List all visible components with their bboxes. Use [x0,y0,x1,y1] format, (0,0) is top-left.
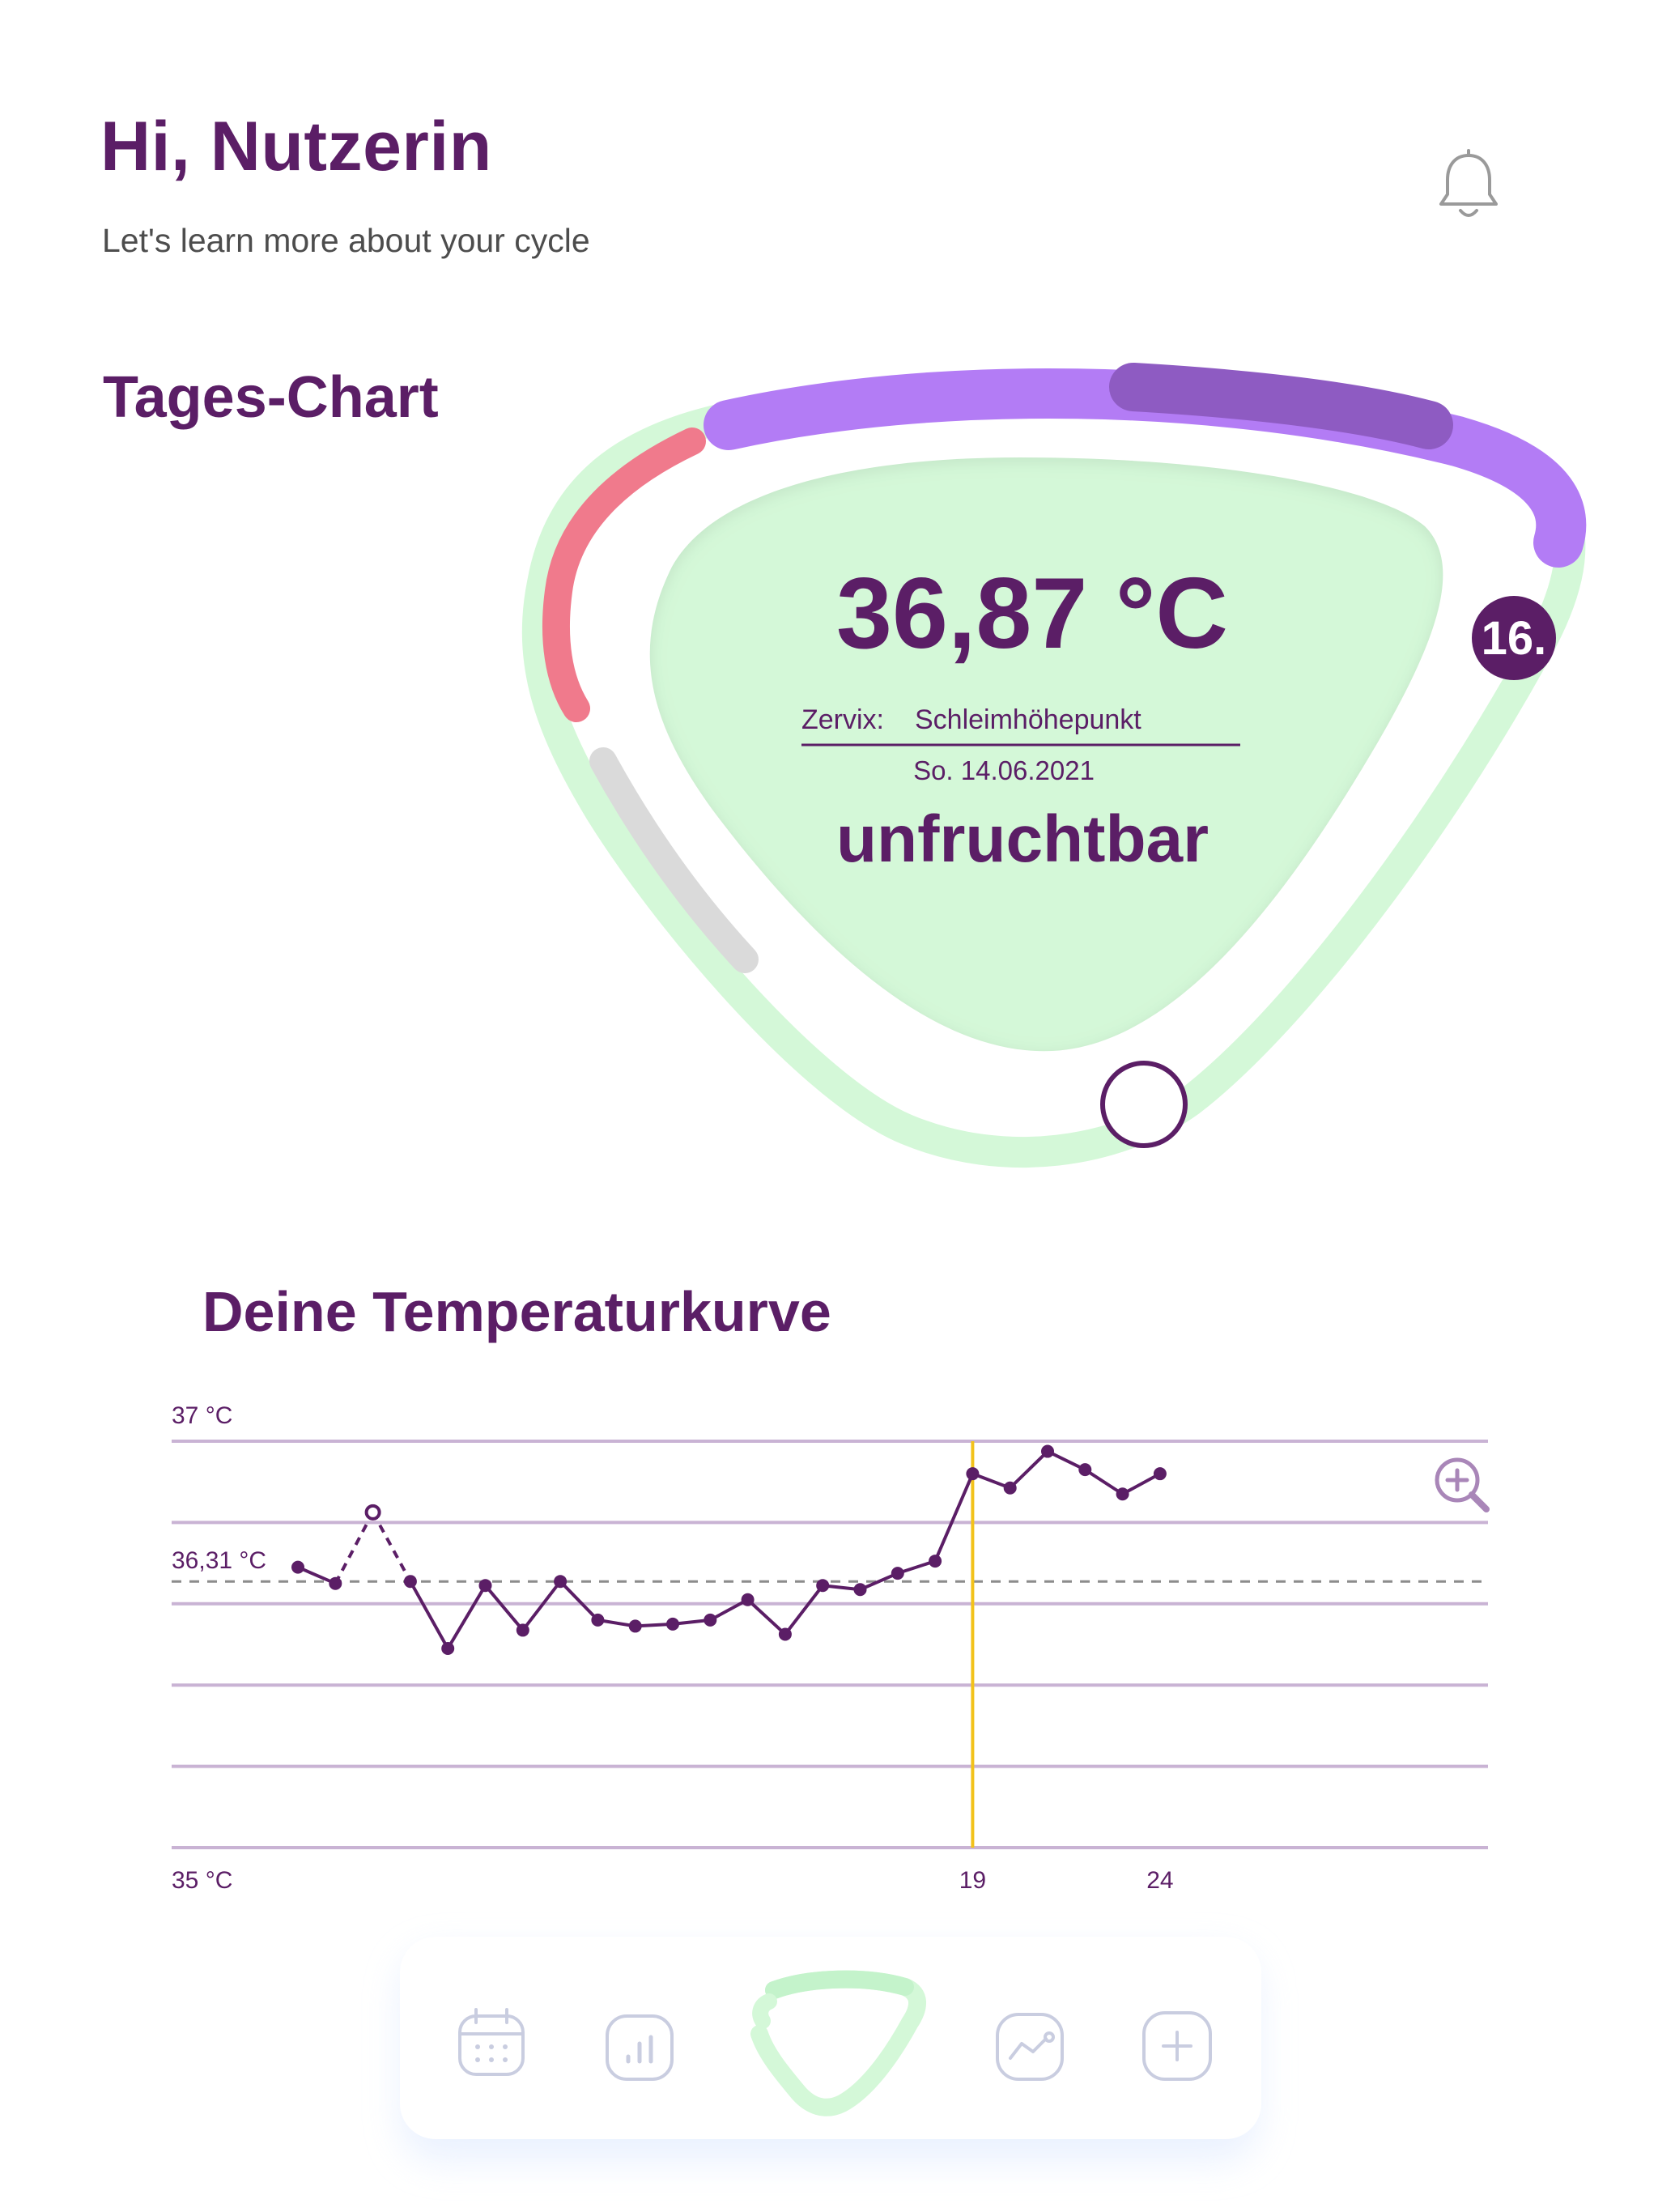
bottom-nav [400,1937,1261,2162]
